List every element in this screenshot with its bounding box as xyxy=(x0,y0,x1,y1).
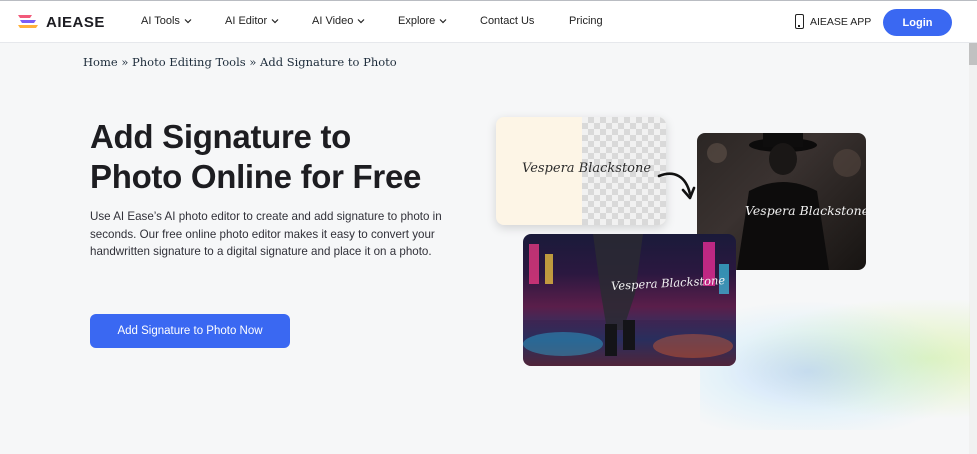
page-title-line-2: Photo Online for Free xyxy=(90,158,422,195)
app-label: AIEASE APP xyxy=(810,15,872,28)
nav-explore[interactable]: Explore xyxy=(398,15,447,27)
scrollbar-track[interactable] xyxy=(969,43,977,454)
nav-ai-tools-label: AI Tools xyxy=(141,15,180,27)
hero-description: Use AI Ease’s AI photo editor to create … xyxy=(90,210,442,258)
breadcrumb-photo-editing-tools[interactable]: Photo Editing Tools xyxy=(132,55,246,69)
nav-ai-tools[interactable]: AI Tools xyxy=(141,15,192,27)
brand-name: AIEASE xyxy=(46,13,105,31)
rainy-street-photo-preview: Vespera Blackstone xyxy=(523,234,736,366)
nav-contact-us[interactable]: Contact Us xyxy=(480,15,534,27)
app-download-link[interactable]: AIEASE APP xyxy=(795,14,871,29)
signature-overlay: Vespera Blackstone xyxy=(745,203,866,218)
phone-icon xyxy=(795,14,804,29)
site-header: AIEASE AI Tools AI Editor AI Video Explo… xyxy=(0,1,977,43)
login-button[interactable]: Login xyxy=(883,9,952,36)
decorative-glow xyxy=(700,300,970,430)
page-title: Add Signature to Photo Online for Free xyxy=(90,117,490,197)
chevron-down-icon xyxy=(184,19,192,24)
signature-transparent-preview: Vespera Blackstone xyxy=(496,117,666,225)
nav-pricing-label: Pricing xyxy=(569,15,603,27)
add-signature-cta-button[interactable]: Add Signature to Photo Now xyxy=(90,314,290,348)
chevron-down-icon xyxy=(357,19,365,24)
nav-contact-us-label: Contact Us xyxy=(480,15,535,27)
breadcrumb: Home » Photo Editing Tools » Add Signatu… xyxy=(83,55,397,69)
nav-ai-editor-label: AI Editor xyxy=(225,15,268,27)
curved-arrow-icon xyxy=(657,172,696,200)
nav-ai-editor[interactable]: AI Editor xyxy=(225,15,279,27)
breadcrumb-separator: » xyxy=(117,55,133,69)
brand-logo[interactable]: AIEASE xyxy=(16,11,105,33)
breadcrumb-separator: » xyxy=(245,55,261,69)
aiease-logo-icon xyxy=(18,15,38,28)
breadcrumb-current: Add Signature to Photo xyxy=(260,55,397,69)
rainy-street-photo xyxy=(523,234,736,366)
nav-ai-video-label: AI Video xyxy=(312,15,354,27)
scrollbar-thumb[interactable] xyxy=(969,43,977,65)
signature-sample: Vespera Blackstone xyxy=(522,161,652,176)
nav-ai-video[interactable]: AI Video xyxy=(312,15,365,27)
nav-pricing[interactable]: Pricing xyxy=(569,15,603,27)
nav-explore-label: Explore xyxy=(398,15,436,27)
breadcrumb-home[interactable]: Home xyxy=(83,55,118,69)
chevron-down-icon xyxy=(271,19,279,24)
page-title-line-1: Add Signature to xyxy=(90,118,352,155)
chevron-down-icon xyxy=(439,19,447,24)
